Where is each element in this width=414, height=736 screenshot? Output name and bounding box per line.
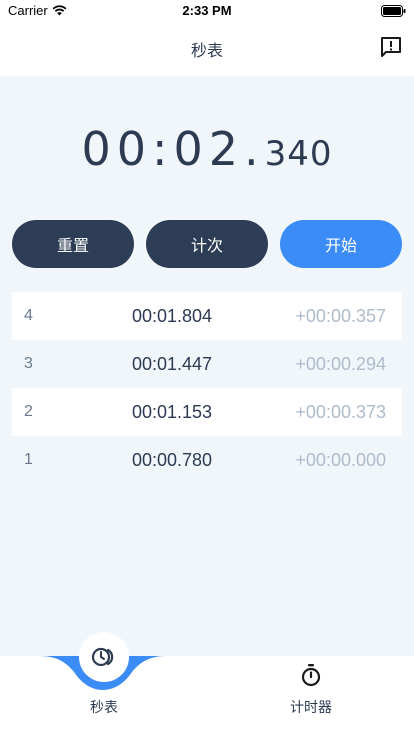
feedback-icon[interactable] (380, 36, 402, 58)
status-clock: 2:33 PM (182, 3, 232, 18)
elapsed-time-ms: 340 (264, 134, 333, 174)
lap-button[interactable]: 计次 (146, 220, 268, 268)
tab-timer-label[interactable]: 计时器 (261, 697, 361, 717)
nav-bar: 秒表 (0, 22, 414, 74)
timer-icon[interactable] (299, 663, 323, 687)
lap-time: 00:00.780 (131, 450, 213, 470)
lap-row: 1 00:00.780 +00:00.000 (12, 436, 402, 484)
elapsed-time-main: 00:02. (81, 122, 265, 176)
control-buttons: 重置 计次 开始 (12, 220, 402, 268)
lap-diff: +00:00.294 (295, 354, 386, 374)
start-button[interactable]: 开始 (280, 220, 402, 268)
lap-time: 00:01.153 (131, 402, 213, 422)
stopwatch-screen: 00:02.340 重置 计次 开始 4 00:01.804 +00:00.35… (0, 76, 414, 656)
tab-stopwatch-label[interactable]: 秒表 (54, 697, 154, 717)
lap-row: 2 00:01.153 +00:00.373 (12, 388, 402, 436)
reset-button[interactable]: 重置 (12, 220, 134, 268)
tab-stopwatch[interactable] (79, 632, 129, 682)
stopwatch-icon (91, 647, 114, 667)
lap-row: 4 00:01.804 +00:00.357 (12, 292, 402, 340)
battery-icon (381, 5, 406, 17)
status-bar: Carrier 2:33 PM (0, 0, 414, 22)
lap-list: 4 00:01.804 +00:00.357 3 00:01.447 +00:0… (12, 292, 402, 484)
lap-diff: +00:00.373 (295, 402, 386, 422)
lap-time: 00:01.804 (131, 306, 213, 326)
page-title: 秒表 (190, 43, 223, 60)
lap-diff: +00:00.357 (295, 306, 386, 326)
lap-time: 00:01.447 (131, 354, 213, 374)
lap-diff: +00:00.000 (295, 450, 386, 470)
tab-bar: 秒表 计时器 (0, 632, 414, 736)
lap-row: 3 00:01.447 +00:00.294 (12, 340, 402, 388)
elapsed-time-display: 00:02.340 (0, 122, 414, 176)
